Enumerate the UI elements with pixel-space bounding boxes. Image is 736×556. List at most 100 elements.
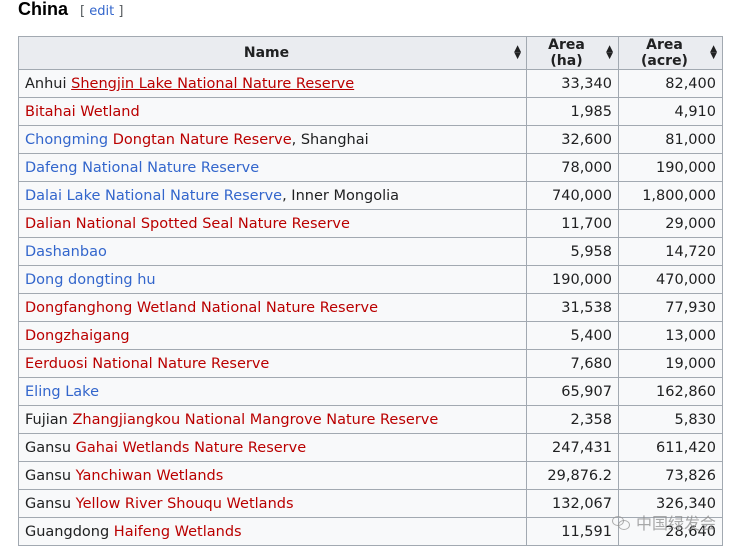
- cell-name: Fujian Zhangjiangkou National Mangrove N…: [18, 405, 527, 434]
- wetland-link[interactable]: Yellow River Shouqu Wetlands: [76, 496, 294, 512]
- cell-name: Anhui Shengjin Lake National Nature Rese…: [18, 69, 527, 98]
- cell-area-acre: 4,910: [618, 97, 723, 126]
- cell-area-acre: 190,000: [618, 153, 723, 182]
- cell-area-acre: 19,000: [618, 349, 723, 378]
- table-row: Dashanbao 5,958 14,720: [18, 237, 723, 266]
- name-text: Gansu: [25, 439, 76, 456]
- cell-area-ha: 190,000: [526, 265, 619, 294]
- cell-area-acre: 1,800,000: [618, 181, 723, 210]
- cell-name: Bitahai Wetland: [18, 97, 527, 126]
- column-header-name[interactable]: Name ▲ ▼: [18, 36, 527, 70]
- wetland-link[interactable]: Dashanbao: [25, 244, 107, 260]
- table-row: Dafeng National Nature Reserve 78,000 190,…: [18, 153, 723, 182]
- column-header-area-ha[interactable]: Area (ha) ▲ ▼: [526, 36, 619, 70]
- wechat-icon: [611, 514, 630, 530]
- cell-area-ha: 2,358: [526, 405, 619, 434]
- table-row: Dong dongting hu 190,000 470,000: [18, 265, 723, 294]
- cell-area-ha: 5,958: [526, 237, 619, 266]
- table-row: Dongzhaigang 5,400 13,000: [18, 321, 723, 350]
- cell-area-acre: 29,000: [618, 209, 723, 238]
- edit-link-wrapper: [ edit ]: [80, 4, 124, 19]
- table-row: Dalian National Spotted Seal Nature Rese…: [18, 209, 723, 238]
- cell-name: Gansu Gahai Wetlands Nature Reserve: [18, 433, 527, 462]
- wetland-link[interactable]: Dongzhaigang: [25, 328, 130, 344]
- cell-name: Dalai Lake National Nature Reserve, Inne…: [18, 181, 527, 210]
- cell-area-acre: 162,860: [618, 377, 723, 406]
- cell-name: Eerduosi National Nature Reserve: [18, 349, 527, 378]
- wetland-link[interactable]: Yanchiwan Wetlands: [76, 468, 224, 484]
- cell-name: Gansu Yanchiwan Wetlands: [18, 461, 527, 490]
- sort-icon[interactable]: ▲ ▼: [514, 45, 521, 61]
- table-body: Anhui Shengjin Lake National Nature Rese…: [18, 69, 723, 546]
- name-text: , Shanghai: [291, 131, 369, 148]
- cell-area-acre: 77,930: [618, 293, 723, 322]
- wetland-link[interactable]: Dalai Lake National Nature Reserve: [25, 188, 282, 204]
- cell-area-acre: 73,826: [618, 461, 723, 490]
- table-row: Eling Lake 65,907 162,860: [18, 377, 723, 406]
- table-row: Gansu Gahai Wetlands Nature Reserve 247,4…: [18, 433, 723, 462]
- edit-link[interactable]: edit: [89, 4, 114, 19]
- wetland-link[interactable]: Gahai Wetlands Nature Reserve: [76, 440, 306, 456]
- name-text: Gansu: [25, 467, 76, 484]
- table-row: Anhui Shengjin Lake National Nature Rese…: [18, 69, 723, 98]
- sort-icon[interactable]: ▲ ▼: [606, 45, 613, 61]
- wetland-link[interactable]: Dongfanghong Wetland National Nature Res…: [25, 300, 378, 316]
- cell-name: Dashanbao: [18, 237, 527, 266]
- cell-area-acre: 82,400: [618, 69, 723, 98]
- cell-area-ha: 5,400: [526, 321, 619, 350]
- wetland-link[interactable]: Chongming: [25, 132, 108, 148]
- cell-area-ha: 132,067: [526, 489, 619, 518]
- cell-area-ha: 11,591: [526, 517, 619, 546]
- cell-name: Chongming Dongtan Nature Reserve, Shangh…: [18, 125, 527, 154]
- cell-area-ha: 1,985: [526, 97, 619, 126]
- watermark-text: 中国绿发会: [635, 514, 716, 533]
- cell-area-ha: 29,876.2: [526, 461, 619, 490]
- cell-name: Dongzhaigang: [18, 321, 527, 350]
- cell-area-ha: 65,907: [526, 377, 619, 406]
- cell-area-acre: 14,720: [618, 237, 723, 266]
- cell-area-acre: 5,830: [618, 405, 723, 434]
- cell-area-acre: 81,000: [618, 125, 723, 154]
- cell-name: Gansu Yellow River Shouqu Wetlands: [18, 489, 527, 518]
- table-row: Eerduosi National Nature Reserve 7,680 19,…: [18, 349, 723, 378]
- cell-area-ha: 32,600: [526, 125, 619, 154]
- name-text: Gansu: [25, 495, 76, 512]
- cell-area-ha: 33,340: [526, 69, 619, 98]
- cell-area-ha: 11,700: [526, 209, 619, 238]
- name-text: , Inner Mongolia: [282, 187, 400, 204]
- table-row: Dalai Lake National Nature Reserve, Inne…: [18, 181, 723, 210]
- cell-area-ha: 31,538: [526, 293, 619, 322]
- wetland-link[interactable]: Eling Lake: [25, 384, 99, 400]
- cell-area-ha: 78,000: [526, 153, 619, 182]
- cell-name: Dalian National Spotted Seal Nature Rese…: [18, 209, 527, 238]
- wetland-link[interactable]: Zhangjiangkou National Mangrove Nature R…: [72, 412, 438, 428]
- wetland-link[interactable]: Dalian National Spotted Seal Nature Rese…: [25, 216, 350, 232]
- cell-area-ha: 7,680: [526, 349, 619, 378]
- name-text: Fujian: [25, 411, 73, 428]
- wetland-link[interactable]: Dafeng National Nature Reserve: [25, 160, 259, 176]
- table-row: Chongming Dongtan Nature Reserve, Shangh…: [18, 125, 723, 154]
- cell-area-acre: 13,000: [618, 321, 723, 350]
- sort-icon[interactable]: ▲ ▼: [710, 45, 717, 61]
- cell-area-acre: 611,420: [618, 433, 723, 462]
- table-row: Dongfanghong Wetland National Nature Res…: [18, 293, 723, 322]
- cell-area-ha: 740,000: [526, 181, 619, 210]
- wetland-link[interactable]: Dongtan Nature Reserve: [113, 132, 292, 148]
- wetland-link[interactable]: Dong dongting hu: [25, 272, 156, 288]
- cell-area-acre: 470,000: [618, 265, 723, 294]
- wetland-link[interactable]: Eerduosi National Nature Reserve: [25, 356, 269, 372]
- table-row: Gansu Yanchiwan Wetlands 29,876.2 73,826: [18, 461, 723, 490]
- table-row: Fujian Zhangjiangkou National Mangrove N…: [18, 405, 723, 434]
- wetland-link[interactable]: Bitahai Wetland: [25, 104, 140, 120]
- name-text: Anhui: [25, 75, 72, 92]
- cell-name: Guangdong Haifeng Wetlands: [18, 517, 527, 546]
- wetland-link[interactable]: Haifeng Wetlands: [114, 524, 242, 540]
- name-text: Guangdong: [25, 523, 114, 540]
- column-header-area-acre[interactable]: Area (acre) ▲ ▼: [618, 36, 723, 70]
- cell-name: Dafeng National Nature Reserve: [18, 153, 527, 182]
- wetland-link[interactable]: Shengjin Lake National Nature Reserve: [71, 76, 354, 92]
- section-title: China: [18, 0, 69, 19]
- wetlands-table: Name ▲ ▼ Area (ha) ▲ ▼ Area (acre) ▲ ▼ Anhu…: [18, 36, 723, 546]
- cell-area-ha: 247,431: [526, 433, 619, 462]
- table-header-row: Name ▲ ▼ Area (ha) ▲ ▼ Area (acre) ▲ ▼: [18, 36, 723, 70]
